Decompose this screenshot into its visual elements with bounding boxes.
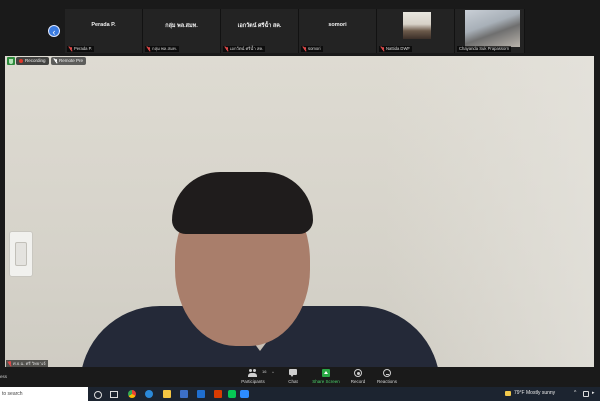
smiley-icon [383,369,391,377]
security-shield-icon[interactable] [7,57,15,65]
weather-icon[interactable] [505,391,511,396]
participants-count: 16 [262,369,267,374]
participant-tile[interactable]: Chayanda Suk Prapassorn [455,9,525,53]
cortana-icon[interactable] [94,391,102,399]
office-icon[interactable] [214,390,222,398]
speaker-image [80,172,440,367]
speaker-name-label: ศ.ธ.ฉ. ศรี วิทยาเจ้ [6,360,48,367]
microphone-muted-icon [225,46,228,52]
tray-overflow-icon[interactable]: ^ [574,390,576,396]
participant-video-thumbnail [403,12,431,39]
chrome-icon[interactable] [128,390,136,398]
microphone-icon [54,58,57,64]
participant-tile[interactable]: Perada P. Perada P. [65,9,143,53]
weather-text[interactable]: 79°F Mostly sunny [514,390,555,396]
edge-icon[interactable] [145,390,153,398]
microphone-muted-icon [303,46,306,52]
recording-indicator[interactable]: Recording [16,57,49,65]
participant-video-thumbnail [465,10,520,47]
participants-icon [248,369,257,377]
file-explorer-icon[interactable] [163,390,171,398]
store-icon[interactable] [180,390,188,398]
chat-icon [289,369,297,377]
participant-name: Perada P. [91,22,116,28]
participant-tile[interactable]: เอกวัตน์ ศรีฉ้ำ สค. เอกวัตน์ ศรีฉ้ำ สค. [221,9,299,53]
microphone-muted-icon [381,46,384,52]
participant-tile[interactable]: Nattida DWF [377,9,455,53]
participant-name: กลุ่ม พล.สมท. [165,23,198,29]
taskbar-search-box[interactable]: to search [0,387,88,401]
participant-tile[interactable]: somori somori [299,9,377,53]
active-speaker-video[interactable] [5,56,594,367]
participant-tile[interactable]: กลุ่ม พล.สมท. กลุ่ม พล.สมท. [143,9,221,53]
chat-button[interactable]: Chat [278,368,308,386]
record-dot-icon [19,59,23,63]
microphone-muted-icon [69,46,72,52]
participant-label: somori [301,46,323,52]
previous-page-button[interactable]: ‹ [48,25,60,37]
meeting-toolbar: ess Participants 16 ^ Chat Share Screen … [0,367,600,387]
participant-label: กลุ่ม พล.สมท. [145,46,179,52]
mail-icon[interactable] [197,390,205,398]
participant-label: Chayanda Suk Prapassorn [457,46,512,52]
toolbar-left-label: ess [0,374,8,379]
task-view-icon[interactable] [110,391,118,398]
participant-label: เอกวัตน์ ศรีฉ้ำ สค. [223,46,266,52]
zoom-meeting-window: ‹ Perada P. Perada P. กลุ่ม พล.สมท. กลุ่… [0,0,600,387]
record-button[interactable]: Record [343,368,373,386]
microphone-muted-icon [8,361,11,366]
speaker-icon[interactable]: ▸ [592,390,595,396]
participant-name: เอกวัตน์ ศรีฉ้ำ สค. [237,23,282,29]
participant-name: somori [328,22,347,28]
microphone-muted-icon [147,46,150,52]
windows-taskbar: to search 79°F Mostly sunny ^ ▸ [0,387,600,401]
chevron-up-icon[interactable]: ^ [272,370,274,375]
zoom-app-icon[interactable] [240,390,249,398]
line-app-icon[interactable] [228,390,236,398]
share-screen-button[interactable]: Share Screen [310,368,342,386]
reactions-button[interactable]: Reactions [372,368,402,386]
monitor-icon[interactable] [583,391,589,397]
share-screen-icon [322,369,330,377]
record-icon [354,369,362,377]
light-switch-image [9,231,33,277]
remote-control-indicator[interactable]: Remote Pre [51,57,87,65]
participant-label: Nattida DWF [379,46,412,52]
participant-label: Perada P. [67,46,95,52]
